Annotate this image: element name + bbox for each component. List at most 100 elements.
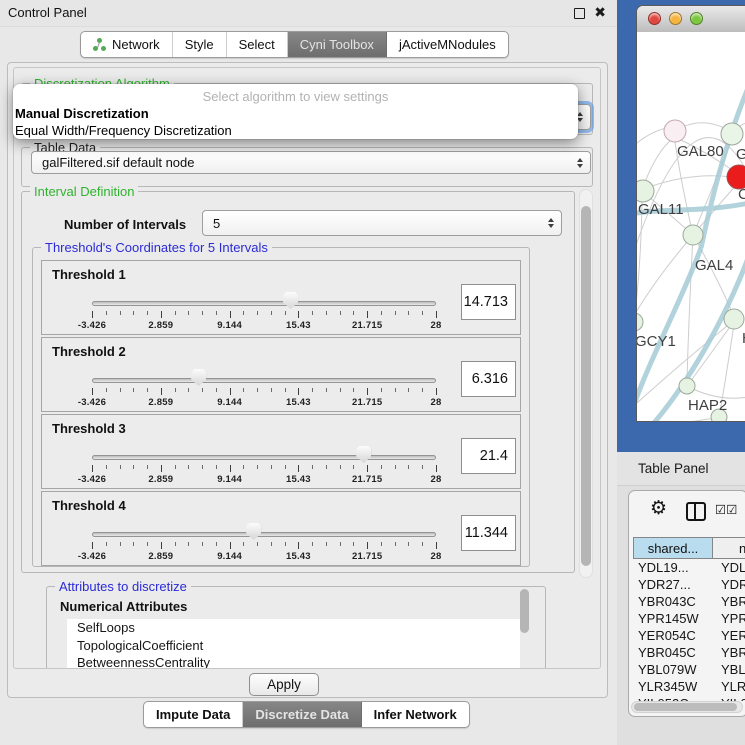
slider-thumb[interactable]	[356, 446, 371, 463]
table-row[interactable]: YDR27...YDR2	[633, 576, 745, 593]
node-table-card: ⚙ ☑☑ shared... n YDL19...YDL1YDR27...YDR…	[628, 490, 745, 717]
network-node[interactable]	[679, 378, 695, 394]
threshold-value-field[interactable]: 11.344	[461, 515, 516, 551]
attributes-list[interactable]: SelfLoopsTopologicalCoefficientBetweenne…	[67, 619, 520, 669]
popup-item-manual-discretization[interactable]: Manual Discretization	[15, 106, 149, 121]
apply-button[interactable]: Apply	[249, 673, 319, 696]
table-panel-body: ⚙ ☑☑ shared... n YDL19...YDL1YDR27...YDR…	[617, 486, 745, 745]
minimize-traffic-light-icon[interactable]	[669, 12, 682, 25]
table-row[interactable]: YER054CYER0	[633, 627, 745, 644]
thresholds-group: Threshold's Coordinates for 5 Intervals …	[32, 247, 530, 567]
slider-tick	[298, 465, 299, 472]
slider-track[interactable]	[92, 532, 436, 537]
slider-tick	[161, 388, 162, 395]
threshold-label: Threshold 1	[52, 267, 126, 282]
table-row[interactable]: YBR045CYBR0	[633, 644, 745, 661]
slider-tick-label: 2.859	[148, 551, 173, 562]
table-horizontal-scrollbar[interactable]	[631, 701, 743, 713]
attribute-item-betweennesscentrality[interactable]: BetweennessCentrality	[67, 654, 520, 669]
slider-track[interactable]	[92, 455, 436, 460]
settings-scrollbar-thumb[interactable]	[581, 206, 591, 566]
close-icon[interactable]: ✖	[594, 4, 606, 21]
slider-tick	[395, 311, 396, 315]
slider-tick	[408, 311, 409, 315]
slider-tick	[133, 465, 134, 469]
table-row[interactable]: YBL079WYBL0	[633, 661, 745, 678]
cell-shared-name: YBR043C	[633, 593, 713, 610]
split-columns-icon[interactable]	[686, 502, 706, 521]
slider-tick-label: 9.144	[217, 320, 242, 331]
slider-tick	[367, 311, 368, 318]
tab-jactivemnodules[interactable]: jActiveMNodules	[387, 32, 508, 57]
checkbox-columns-icon[interactable]: ☑☑	[715, 502, 737, 517]
threshold-value-field[interactable]: 14.713	[461, 284, 516, 320]
slider-tick-label: 15.43	[286, 474, 311, 485]
table-row[interactable]: YDL19...YDL1	[633, 559, 745, 576]
column-header-shared-name[interactable]: shared...	[633, 537, 713, 559]
tab-select[interactable]: Select	[227, 32, 288, 57]
table-horizontal-scrollbar-thumb[interactable]	[634, 703, 737, 711]
attribute-item-selfloops[interactable]: SelfLoops	[67, 619, 520, 637]
cell-name: YBR0	[713, 644, 745, 661]
threshold-value-field[interactable]: 6.316	[461, 361, 516, 397]
combo-arrows-icon	[548, 218, 554, 228]
slider-tick	[120, 388, 121, 392]
gear-icon[interactable]: ⚙	[650, 497, 667, 520]
tab-infer-network[interactable]: Infer Network	[362, 702, 469, 727]
zoom-traffic-light-icon[interactable]	[690, 12, 703, 25]
popup-item-equal-width-frequency[interactable]: Equal Width/Frequency Discretization	[15, 123, 232, 138]
float-window-icon[interactable]	[574, 8, 585, 19]
cell-name: YLR3	[713, 678, 745, 695]
attributes-scrollbar[interactable]	[520, 589, 529, 633]
slider-track[interactable]	[92, 301, 436, 306]
table-row[interactable]: YBR043CYBR0	[633, 593, 745, 610]
slider-tick	[285, 542, 286, 546]
slider-tick	[312, 542, 313, 546]
network-node[interactable]	[664, 120, 686, 142]
interval-definition-group: Interval Definition Number of Intervals …	[21, 191, 575, 573]
slider-tick	[326, 388, 327, 392]
slider-tick	[147, 388, 148, 392]
cell-shared-name: YDL19...	[633, 559, 713, 576]
tab-style[interactable]: Style	[173, 32, 227, 57]
slider-tick	[202, 542, 203, 546]
network-node[interactable]	[637, 313, 643, 331]
threshold-list: Threshold 1-3.4262.8599.14415.4321.71528…	[41, 260, 521, 568]
number-of-intervals-value: 5	[213, 216, 220, 231]
cell-shared-name: YER054C	[633, 627, 713, 644]
network-node[interactable]	[683, 225, 703, 245]
slider-tick-label: -3.426	[78, 320, 106, 331]
tab-label: Infer Network	[374, 707, 457, 722]
tab-cyni-toolbox[interactable]: Cyni Toolbox	[288, 32, 387, 57]
network-node[interactable]	[724, 309, 744, 329]
slider-thumb[interactable]	[283, 292, 298, 309]
network-node[interactable]	[721, 123, 743, 145]
slider-tick	[175, 388, 176, 392]
slider-tick-label: 2.859	[148, 474, 173, 485]
threshold-panel-threshold-2: Threshold 2-3.4262.8599.14415.4321.71528…	[41, 337, 521, 412]
network-node[interactable]	[637, 180, 654, 202]
number-of-intervals-combobox[interactable]: 5	[202, 210, 562, 236]
tab-impute-data[interactable]: Impute Data	[144, 702, 243, 727]
tab-network[interactable]: Network	[81, 32, 173, 57]
network-canvas[interactable]: GAL80GALCGAL11GAL4GCY1HHAP2	[637, 32, 745, 421]
close-traffic-light-icon[interactable]	[648, 12, 661, 25]
attributes-group: Attributes to discretize Numerical Attri…	[46, 586, 546, 669]
slider-thumb[interactable]	[246, 523, 261, 540]
slider-tick	[133, 388, 134, 392]
slider-tick-label: -3.426	[78, 551, 106, 562]
slider-tick	[422, 388, 423, 392]
attribute-item-topologicalcoefficient[interactable]: TopologicalCoefficient	[67, 637, 520, 655]
column-header-name[interactable]: n	[712, 537, 745, 559]
network-window-titlebar[interactable]	[637, 6, 745, 33]
settings-scrollbar[interactable]	[579, 189, 593, 578]
tab-discretize-data[interactable]: Discretize Data	[243, 702, 361, 727]
table-data-combobox[interactable]: galFiltered.sif default node	[31, 151, 591, 174]
slider-thumb[interactable]	[191, 369, 206, 386]
table-row[interactable]: YLR345WYLR3	[633, 678, 745, 695]
table-row[interactable]: YPR145WYPR1	[633, 610, 745, 627]
slider-track[interactable]	[92, 378, 436, 383]
slider-tick-label: 28	[431, 474, 442, 485]
threshold-value-field[interactable]: 21.4	[461, 438, 516, 474]
numerical-attributes-label: Numerical Attributes	[60, 599, 187, 614]
